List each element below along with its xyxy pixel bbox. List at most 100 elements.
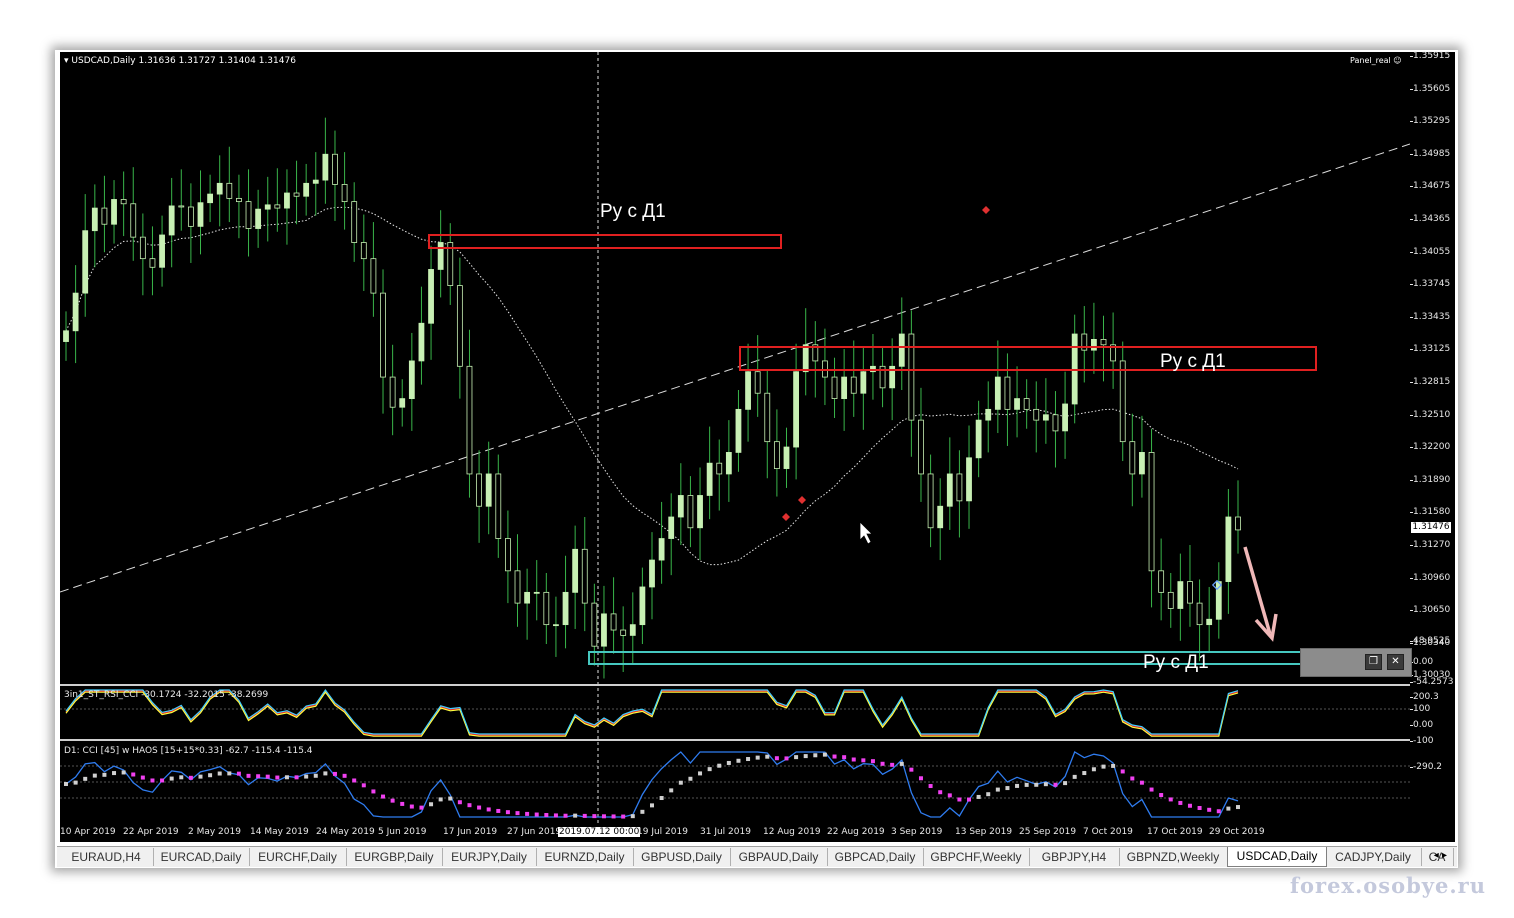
candle-body [1177,581,1184,609]
haos-dot [486,807,491,812]
haos-dot [842,755,847,760]
candle-body [754,371,761,394]
haos-dot [448,796,453,801]
candle-body [706,462,713,496]
haos-dot [861,758,866,763]
signal-marker [798,496,806,504]
candle-body [312,179,319,184]
haos-dot [1226,806,1231,811]
window-separator[interactable] [60,739,1455,741]
haos-dot [688,776,693,781]
haos-dot [496,808,501,813]
candle-body [408,360,415,400]
candle-body [677,495,684,518]
chart-tab[interactable]: EURGBP,Daily [346,848,443,866]
time-tick-label: 7 Oct 2019 [1083,827,1133,837]
candle-body [841,376,848,400]
haos-dot [650,803,654,808]
haos-dot [102,772,107,777]
candle-body [149,258,156,268]
haos-dot [803,754,808,759]
time-tick-label: 5 Jun 2019 [378,827,427,837]
candle-body [553,624,559,627]
haos-dot [918,776,923,781]
chart-tab[interactable]: CADJPY,Daily [1325,848,1422,866]
haos-dot [1178,800,1183,805]
haos-dot [1005,786,1010,791]
candle-body [207,193,213,204]
haos-dot [794,755,799,760]
haos-dot [1236,805,1240,810]
close-icon[interactable]: ✕ [1387,654,1404,670]
chart-tab[interactable]: EURCAD,Daily [153,848,250,866]
candle-body [274,204,281,209]
mouse-cursor-icon [859,521,873,545]
haos-dot [1101,764,1106,769]
price-tick-label: 1.32510 [1409,409,1451,420]
chart-tab[interactable]: EURCHF,Daily [249,848,347,866]
price-chart[interactable] [60,52,1410,825]
candle-body [428,269,434,324]
candle-body [649,559,655,588]
haos-dot [342,773,347,778]
candle-body [1042,414,1049,421]
candle-body [72,292,79,332]
candle-body [476,473,482,507]
time-tick-label: 22 Aug 2019 [827,827,885,837]
candle-body [1119,360,1126,443]
chart-tab[interactable]: EURJPY,Daily [442,848,537,866]
cci-indicator-label: D1: CCI [45] w HAOS [15+15*0.33] -62.7 -… [64,746,313,756]
window-separator[interactable] [60,684,1455,686]
chart-tab[interactable]: GBPNZD,Weekly [1119,848,1228,866]
candle-body [495,473,502,539]
time-axis[interactable]: 10 Apr 2019 22 Apr 2019 2 May 2019 14 May 2… [60,825,1455,842]
chart-tab[interactable]: GBPCAD,Daily [827,848,924,866]
restore-icon[interactable]: ❐ [1365,654,1382,670]
tab-scroll-arrows[interactable]: ◂ ▸ [1434,850,1447,861]
chart-tab[interactable]: GBPCHF,Weekly [923,848,1030,866]
chart-tab[interactable]: GBPAUD,Daily [730,848,828,866]
candle-body [63,330,69,342]
candle-body [956,473,963,502]
symbol-info[interactable]: ▾ USDCAD,Daily 1.31636 1.31727 1.31404 1… [64,56,296,66]
haos-dot [774,756,779,761]
candle-body [360,242,367,260]
haos-dot [332,771,337,776]
haos-dot [323,771,328,776]
candle-body [639,586,646,626]
candle-body [533,591,540,594]
haos-dot [83,776,88,781]
time-tick-label: 31 Jul 2019 [700,827,751,837]
signal-marker [982,206,990,214]
chart-tab[interactable]: USDCAD,Daily [1227,847,1327,867]
price-scale[interactable]: 1.35915 1.35605 1.35295 1.34985 1.34675 1.343… [1409,51,1455,825]
haos-dot [515,811,520,816]
candle-body [437,242,444,270]
candle-body [341,183,348,203]
chart-tab[interactable]: GBPJPY,H4 [1029,848,1120,866]
haos-dot [1207,807,1212,812]
candle-body [332,153,338,185]
time-tick-label: 25 Sep 2019 [1019,827,1077,837]
haos-dot [1024,782,1029,787]
candle-body [668,516,675,539]
candle-body [581,548,588,604]
rsi-indicator-label: 3in1_ST_RSI_CCI -30.1724 -32.2015 -38.26… [64,690,269,700]
haos-dot [208,773,213,778]
haos-dot [553,813,558,818]
chart-tab[interactable]: EURNZD,Daily [536,848,634,866]
haos-dot [573,813,578,818]
haos-dot [1072,774,1077,779]
candle-body [120,199,127,205]
price-tick-label: 1.34675 [1409,181,1451,192]
chart-tab[interactable]: GBPUSD,Daily [633,848,731,866]
haos-dot [630,814,635,819]
candle-body [927,473,934,529]
time-tick-label: 27 Jun 2019 [507,827,562,837]
price-tick-label: 1.33745 [1409,279,1451,290]
panel-real-label: Panel_real ☺ [1350,56,1402,65]
candle-body [620,629,627,636]
symbol-info-text: USDCAD,Daily 1.31636 1.31727 1.31404 1.3… [71,56,296,66]
chart-tab[interactable]: EURAUD,H4 [59,848,154,866]
haos-dot [1197,806,1202,811]
